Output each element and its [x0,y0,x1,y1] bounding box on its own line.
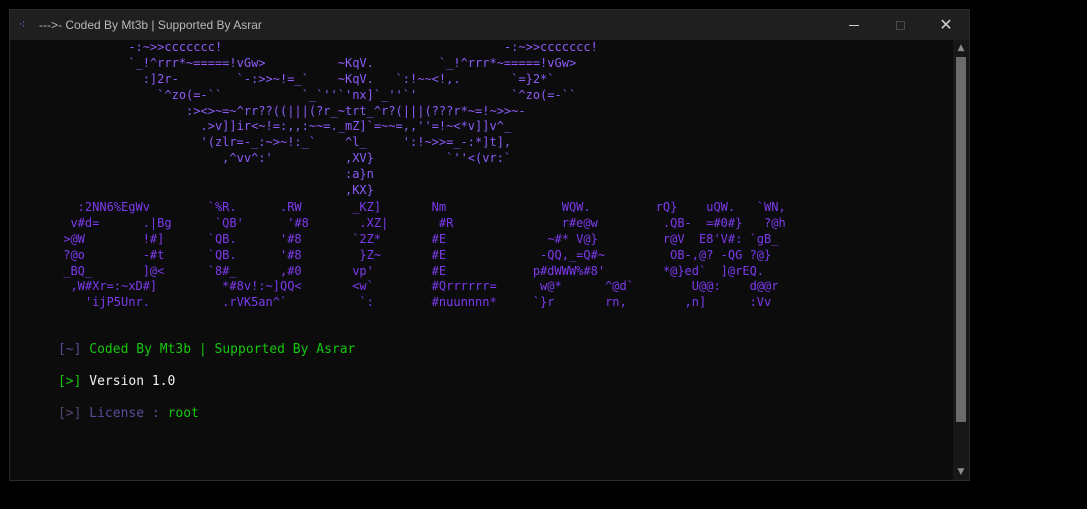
scroll-thumb[interactable] [956,57,966,422]
scroll-up-icon[interactable]: ▲ [953,40,969,56]
ascii-art-line: :a}n [56,167,374,182]
ascii-art-line: _BQ_ ]@< `8#_ ,#0 vp' #E p#dWWW%#8' *@}e… [56,263,765,278]
ascii-art-line: `^zo(=-`` `_`''`'nx]`_''`' `^zo(=-`` [56,87,577,102]
ascii-art-line: :2NN6%EgWv `%R. .RW _KZ] Nm WQW. rQ} uQW… [56,200,786,214]
version-prefix: [>] [57,374,82,389]
ascii-art-line: ?@o -#t `QB. '#8 }Z~ #E -QQ,_=Q#~ OB-,@?… [56,247,772,262]
ascii-art-line: .>v]]ir<~!=:,,:~~=._mZ]`=~~=,,''=!~<*v]]… [56,119,512,134]
ascii-banner-emblem: -:~>>ccccccc! -:~>>ccccccc! `_!^rrr*~===… [56,40,598,199]
window-controls: ✕ [831,10,969,40]
version-text: Version 1.0 [89,374,176,389]
title-bar[interactable]: ⁖ --->- Coded By Mt3b | Supported By Asr… [10,10,969,40]
ascii-art-line: >@W !#] `QB. '#8 `2Z* #E ~#* V@} r@V E8'… [56,231,779,246]
license-label: License : [89,406,160,421]
license-line: [>] License : root [11,391,199,436]
credits-prefix: [~] [57,342,82,357]
ascii-art-line: v#d= .|Bg `QB' '#8 .XZ| #R r#e@w .QB- =#… [56,215,786,230]
terminal-icon: ⁖ [19,18,26,31]
window-title: --->- Coded By Mt3b | Supported By Asrar [39,18,262,32]
ascii-art-line: :><>~=~^rr??((|||(?r_~trt_^r?(|||(???r*~… [56,103,526,118]
vertical-scrollbar[interactable]: ▲ ▼ [953,40,969,480]
maximize-button[interactable] [877,10,923,40]
license-value: root [167,406,199,421]
ascii-art-line: 'ijP5Unr. .rVK5an^` `: #nuunnnn* `}r rn,… [56,295,772,310]
ascii-art-line: `_!^rrr*~=====!vGw> ~KqV. `_!^rrr*~=====… [56,55,577,70]
license-prefix: [>] [57,406,82,421]
minimize-button[interactable] [831,10,877,40]
terminal-output[interactable]: -:~>>ccccccc! -:~>>ccccccc! `_!^rrr*~===… [10,40,954,480]
maximize-icon [895,20,905,30]
ascii-art-line: ,KX} [56,183,374,198]
ascii-art-line: '(zlr=-_:~>~!:_` ^l_ ':!~>>=_-:*]t], [56,135,512,150]
ascii-art-line: ,^vv^:' ,XV} `''<(vr:` [56,151,512,166]
ascii-art-line: ,W#Xr=:~xD#] *#8v!:~]QQ< <w` #Qrrrrrr= w… [56,279,779,294]
credits-text: Coded By Mt3b | Supported By Asrar [89,342,356,357]
ascii-art-line: -:~>>ccccccc! -:~>>ccccccc! [56,40,598,54]
close-button[interactable]: ✕ [923,10,969,40]
close-icon: ✕ [939,15,953,34]
ascii-art-line: :]2r- `-:>>~!=_` ~KqV. `:!~~<!,. `=}2*` [56,71,555,86]
minimize-icon [849,24,859,26]
ascii-banner-title: :2NN6%EgWv `%R. .RW _KZ] Nm WQW. rQ} uQW… [56,200,786,311]
terminal-window: ⁖ --->- Coded By Mt3b | Supported By Asr… [9,9,970,481]
scroll-down-icon[interactable]: ▼ [953,464,969,480]
